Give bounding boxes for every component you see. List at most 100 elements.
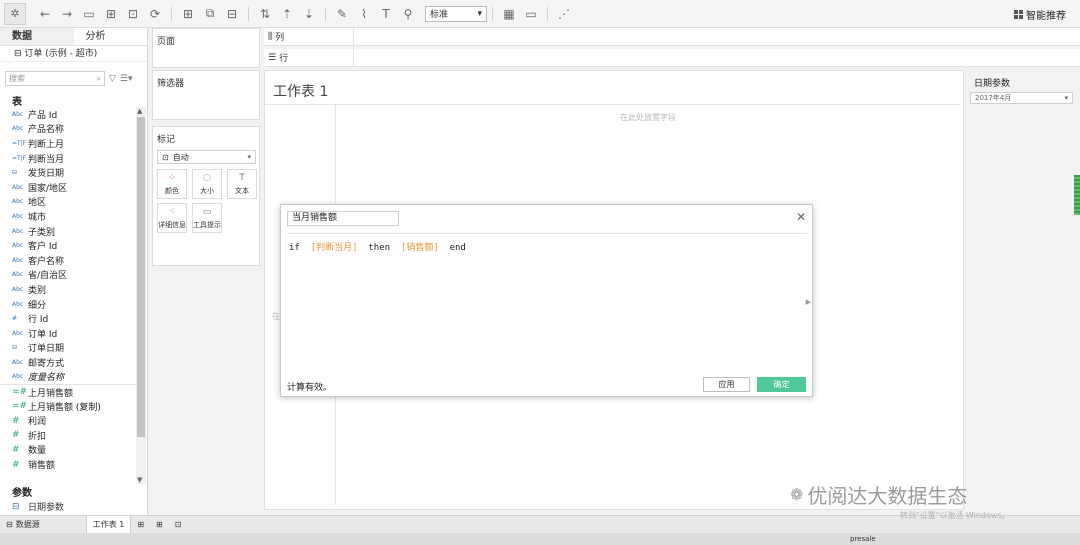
ok-button[interactable]: 确定: [757, 377, 806, 392]
highlight-icon[interactable]: ✎: [331, 4, 353, 24]
present-icon[interactable]: ▭: [520, 4, 542, 24]
parameter-dropdown[interactable]: 2017年4月 ▾: [970, 92, 1073, 104]
share-icon[interactable]: ⋰: [553, 4, 575, 24]
close-icon[interactable]: ✕: [796, 210, 806, 224]
apply-button[interactable]: 应用: [703, 377, 750, 392]
tableau-logo-icon[interactable]: ✲: [4, 2, 26, 25]
validation-status: 计算有效。: [287, 383, 333, 393]
tab-datasource[interactable]: ⊟ 数据源: [0, 516, 46, 534]
show-me-button[interactable]: 智能推荐: [1014, 7, 1066, 22]
sort-asc-icon[interactable]: ⇡: [276, 4, 298, 24]
field-item[interactable]: ⊟ 订单日期: [0, 341, 136, 356]
columns-shelf[interactable]: ⫼ 列: [264, 28, 1080, 46]
drop-field-hint[interactable]: 在此处放置字段: [620, 112, 676, 123]
field-item[interactable]: # 数量: [0, 443, 136, 458]
scroll-up-icon[interactable]: ▲: [137, 107, 142, 115]
field-item[interactable]: =# 上月销售额: [0, 384, 136, 399]
back-icon[interactable]: ←: [34, 4, 56, 24]
new-datasource-icon[interactable]: ⊞: [100, 4, 122, 24]
chart-icon[interactable]: ▦: [498, 4, 520, 24]
rows-shelf[interactable]: ☰ 行: [264, 49, 1080, 67]
field-item[interactable]: Abc 类别: [0, 282, 136, 297]
tab-sheet-1[interactable]: 工作表 1: [85, 515, 132, 534]
new-sheet-icon[interactable]: ⊞: [177, 4, 199, 24]
swap-icon[interactable]: ⇅: [254, 4, 276, 24]
field-type-icon: =T|F: [12, 139, 27, 147]
sort-desc-icon[interactable]: ⇣: [298, 4, 320, 24]
expand-arrow-icon[interactable]: ▶: [806, 298, 811, 306]
field-item[interactable]: Abc 城市: [0, 209, 136, 224]
group-icon[interactable]: ⌇: [353, 4, 375, 24]
field-item[interactable]: Abc 细分: [0, 297, 136, 312]
pages-card[interactable]: 页面: [152, 28, 260, 68]
datasource-item[interactable]: ⊟ 订单 (示例 - 超市): [0, 46, 147, 62]
field-label: 省/自治区: [28, 271, 68, 282]
keyword-end: end: [449, 243, 466, 253]
fit-select[interactable]: 标准 ▾: [425, 5, 487, 22]
side-indicator: [1074, 175, 1080, 215]
tooltip-button[interactable]: ▭ 工具提示: [192, 203, 222, 233]
field-item[interactable]: Abc 国家/地区: [0, 180, 136, 195]
field-label: 国家/地区: [28, 183, 68, 194]
tab-data[interactable]: 数据: [0, 28, 74, 45]
save-icon[interactable]: ▭: [78, 4, 100, 24]
field-item[interactable]: Abc 产品名称: [0, 122, 136, 137]
new-dashboard-icon[interactable]: ⊞: [150, 516, 169, 534]
tableau-window: ✲ ← → ▭ ⊞ ⊡ ⟳ ⊞ ⧉ ⊟ ⇅ ⇡ ⇣ ✎ ⌇ T ⚲ 标准 ▾ ▦…: [0, 0, 1080, 545]
clear-icon[interactable]: ⊟: [221, 4, 243, 24]
field-type-icon: Abc: [12, 212, 24, 220]
field-item[interactable]: # 销售额: [0, 457, 136, 472]
field-type-icon: Abc: [12, 110, 24, 118]
field-item[interactable]: =T|F 判断上月: [0, 136, 136, 151]
field-item[interactable]: Abc 省/自治区: [0, 268, 136, 283]
sheet-title[interactable]: 工作表 1: [273, 81, 328, 101]
field-item[interactable]: # 利润: [0, 413, 136, 428]
field-item[interactable]: ⊟ 发货日期: [0, 165, 136, 180]
search-input[interactable]: 搜索 ⌕: [5, 71, 105, 86]
field-item[interactable]: # 折扣: [0, 428, 136, 443]
field-item[interactable]: Abc 客户名称: [0, 253, 136, 268]
field-item[interactable]: Abc 地区: [0, 195, 136, 210]
taskbar-item[interactable]: presale: [850, 535, 876, 543]
refresh-icon[interactable]: ⟳: [144, 4, 166, 24]
detail-button[interactable]: ⁖ 详细信息: [157, 203, 187, 233]
new-story-icon[interactable]: ⊡: [169, 516, 188, 534]
field-item[interactable]: # 行 Id: [0, 311, 136, 326]
new-sheet-icon[interactable]: ⊞: [131, 516, 150, 534]
tables-heading: 表: [12, 97, 22, 108]
duplicate-icon[interactable]: ⧉: [199, 4, 221, 24]
field-label: 上月销售额 (复制): [28, 402, 101, 413]
filter-icon[interactable]: ▽: [109, 74, 116, 84]
tab-analysis[interactable]: 分析: [74, 28, 148, 45]
color-button[interactable]: ⁘ 颜色: [157, 169, 187, 199]
field-ref-sales: [销售额]: [400, 243, 439, 253]
scroll-down-icon[interactable]: ▼: [137, 476, 142, 484]
filters-card[interactable]: 筛选器: [152, 70, 260, 120]
scroll-thumb[interactable]: [137, 117, 145, 437]
wechat-icon: ❁: [790, 485, 804, 504]
field-type-icon: #: [12, 430, 20, 441]
field-item[interactable]: Abc 子类别: [0, 224, 136, 239]
windows-activation-notice: 转到"设置"以激活 Windows。: [900, 511, 1010, 520]
field-item[interactable]: =# 上月销售额 (复制): [0, 399, 136, 414]
toolbar-divider: [547, 6, 548, 21]
field-item[interactable]: Abc 产品 Id: [0, 107, 136, 122]
field-item[interactable]: =T|F 判断当月: [0, 151, 136, 166]
mark-type-select[interactable]: ⊡ 自动 ▾: [157, 150, 256, 164]
formula-editor[interactable]: if [判断当月] then [销售额] end: [289, 240, 466, 253]
label-icon[interactable]: T: [375, 4, 397, 24]
field-item[interactable]: Abc 度量名称: [0, 370, 136, 385]
size-button[interactable]: ◌ 大小: [192, 169, 222, 199]
forward-icon[interactable]: →: [56, 4, 78, 24]
field-list-scrollbar[interactable]: ▲ ▼: [136, 107, 146, 484]
parameter-item[interactable]: ⊟ 日期参数: [12, 500, 64, 514]
calculation-name-input[interactable]: 当月销售额: [287, 211, 399, 226]
pause-icon[interactable]: ⊡: [122, 4, 144, 24]
pin-icon[interactable]: ⚲: [397, 4, 419, 24]
field-item[interactable]: Abc 订单 Id: [0, 326, 136, 341]
text-button[interactable]: T 文本: [227, 169, 257, 199]
drop-field-hint-left[interactable]: 在: [272, 311, 280, 322]
field-item[interactable]: Abc 邮寄方式: [0, 355, 136, 370]
field-item[interactable]: Abc 客户 Id: [0, 238, 136, 253]
view-options-icon[interactable]: ☰▾: [120, 74, 133, 84]
